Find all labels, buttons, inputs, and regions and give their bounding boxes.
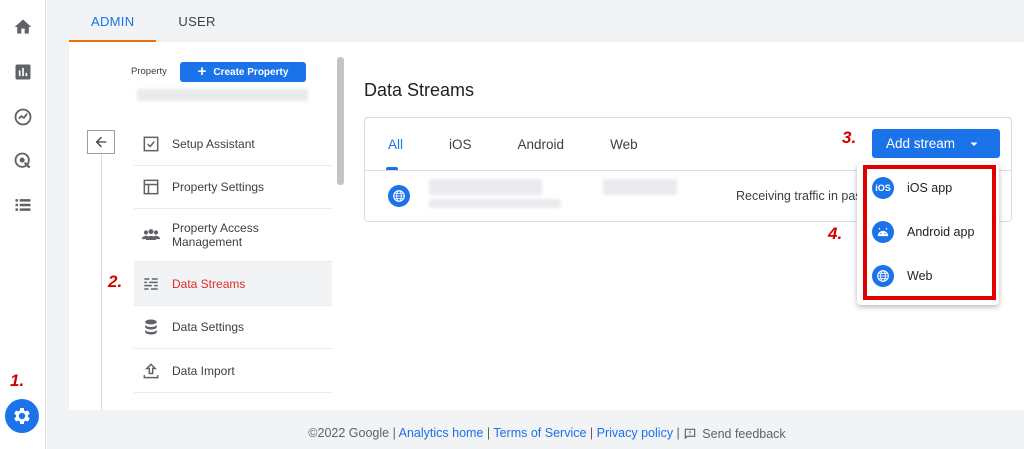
home-icon[interactable] xyxy=(11,15,35,39)
nav-item-property-settings[interactable]: Property Settings xyxy=(134,166,332,209)
nav-scrollbar[interactable] xyxy=(337,57,344,185)
feedback-icon xyxy=(685,428,696,440)
tab-android[interactable]: Android xyxy=(495,118,588,170)
tab-ios[interactable]: iOS xyxy=(426,118,495,170)
checklist-icon xyxy=(134,134,168,154)
upload-icon xyxy=(134,361,168,381)
step-4-marker: 4. xyxy=(828,224,843,243)
admin-user-tabs: ADMIN USER xyxy=(69,0,238,42)
footer-privacy-link[interactable]: Privacy policy xyxy=(597,426,673,440)
add-stream-label: Add stream xyxy=(886,136,956,151)
configure-icon[interactable] xyxy=(11,193,35,217)
tab-web[interactable]: Web xyxy=(587,118,661,170)
reports-icon[interactable] xyxy=(11,60,35,84)
globe-icon xyxy=(388,185,410,207)
nav-divider xyxy=(101,154,102,410)
property-settings-icon xyxy=(134,177,168,197)
plus-icon: + xyxy=(197,63,207,80)
people-icon xyxy=(134,225,168,245)
traffic-status: Receiving traffic in past 48 hours xyxy=(736,189,863,203)
property-selector-redacted[interactable] xyxy=(137,89,308,101)
database-icon xyxy=(134,317,168,337)
explore-icon[interactable] xyxy=(11,105,35,129)
footer-analytics-home-link[interactable]: Analytics home xyxy=(399,426,484,440)
footer: ©2022 Google | Analytics home | Terms of… xyxy=(308,426,786,441)
data-streams-icon xyxy=(134,274,168,294)
caret-down-icon xyxy=(970,142,978,146)
arrow-left-icon xyxy=(95,136,107,148)
stream-id-redacted xyxy=(603,179,677,195)
nav-item-property-access[interactable]: Property Access Management xyxy=(134,209,332,262)
footer-copyright: ©2022 Google xyxy=(308,426,390,440)
step-2-marker: 2. xyxy=(108,272,123,291)
gear-icon xyxy=(14,408,30,424)
step-3-marker: 3. xyxy=(842,128,857,147)
stream-url-redacted xyxy=(429,199,561,208)
property-label: Property xyxy=(131,66,167,77)
create-property-label: Create Property xyxy=(213,66,289,78)
tab-all[interactable]: All xyxy=(365,118,426,170)
send-feedback-label: Send feedback xyxy=(702,426,786,441)
stream-filter-tabs: All iOS Android Web xyxy=(365,118,661,170)
highlight-box xyxy=(863,165,996,300)
page-title: Data Streams xyxy=(364,80,475,100)
advertising-icon[interactable] xyxy=(11,149,35,173)
nav-item-data-import[interactable]: Data Import xyxy=(134,349,332,393)
stream-name-redacted xyxy=(429,179,542,195)
back-button[interactable] xyxy=(87,130,115,154)
create-property-button[interactable]: + Create Property xyxy=(180,62,306,82)
nav-item-data-settings[interactable]: Data Settings xyxy=(134,306,332,349)
tab-user[interactable]: USER xyxy=(156,0,237,42)
nav-item-data-streams[interactable]: Data Streams xyxy=(134,262,332,306)
add-stream-button[interactable]: Add stream xyxy=(872,129,1000,158)
send-feedback-button[interactable]: Send feedback xyxy=(683,426,786,441)
footer-terms-link[interactable]: Terms of Service xyxy=(493,426,586,440)
nav-item-setup-assistant[interactable]: Setup Assistant xyxy=(134,123,332,166)
tab-admin[interactable]: ADMIN xyxy=(69,0,157,42)
step-1-marker: 1. xyxy=(10,371,25,390)
